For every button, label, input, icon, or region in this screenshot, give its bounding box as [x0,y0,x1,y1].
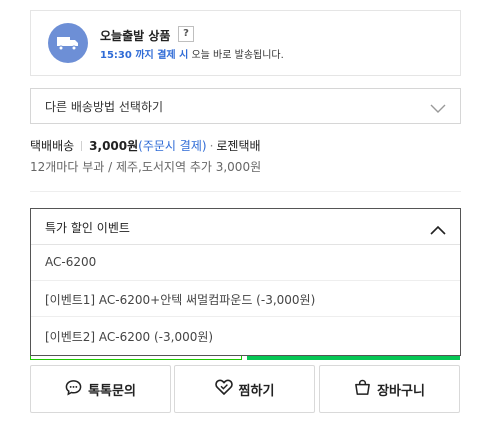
dot-separator: · [209,139,214,153]
cart-label: 장바구니 [377,383,425,399]
help-icon[interactable]: ? [178,26,194,42]
today-shipping-title: 오늘출발 상품 [100,29,171,43]
zzim-label: 찜하기 [238,383,275,399]
cutoff-time: 15:30 까지 결제 시 [100,50,189,61]
event-dropdown[interactable]: 특가 할인 이벤트 AC-6200 [이벤트1] AC-6200+안텍 써멀컴파… [30,208,461,356]
zzim-button[interactable]: 찜하기 [174,365,315,413]
event-option-label: AC-6200 [45,255,97,269]
heart-icon [214,379,233,399]
today-shipping-subtitle: 15:30 까지 결제 시 오늘 바로 발송됩니다. [100,46,284,61]
cutoff-message: 오늘 바로 발송됩니다. [188,50,284,61]
event-option-label: [이벤트2] AC-6200 (-3,000원) [45,330,214,344]
event-option[interactable]: [이벤트2] AC-6200 (-3,000원) [31,318,460,354]
event-dropdown-header[interactable]: 특가 할인 이벤트 [31,209,460,245]
cart-button[interactable]: 장바구니 [319,365,460,413]
event-option[interactable]: AC-6200 [31,245,460,281]
talk-inquiry-label: 톡톡문의 [88,383,136,399]
event-option-label: [이벤트1] AC-6200+안텍 써멀컴파운드 (-3,000원) [45,293,316,307]
delivery-info: 택배배송 3,000원(주문시 결제) · 로젠택배 [30,137,261,154]
chat-bubble-icon [65,379,82,400]
delivery-type: 택배배송 [30,139,75,153]
divider [81,141,83,151]
delivery-payment: (주문시 결제) [138,139,207,153]
event-dropdown-label: 특가 할인 이벤트 [45,221,130,235]
shipping-method-label: 다른 배송방법 선택하기 [45,100,164,114]
talk-inquiry-button[interactable]: 톡톡문의 [30,365,171,413]
delivery-price: 3,000원 [89,139,139,153]
chevron-up-icon [430,220,446,239]
today-shipping-card: 오늘출발 상품 ? 15:30 까지 결제 시 오늘 바로 발송됩니다. [30,10,461,76]
shipping-method-select[interactable]: 다른 배송방법 선택하기 [30,88,461,124]
truck-icon [48,23,88,63]
shopping-bag-icon [354,379,371,400]
delivery-carrier: 로젠택배 [216,139,261,153]
section-divider [30,191,461,192]
delivery-note: 12개마다 부과 / 제주,도서지역 추가 3,000원 [30,160,262,174]
chevron-down-icon [430,99,446,118]
event-option[interactable]: [이벤트1] AC-6200+안텍 써멀컴파운드 (-3,000원) [31,281,460,317]
